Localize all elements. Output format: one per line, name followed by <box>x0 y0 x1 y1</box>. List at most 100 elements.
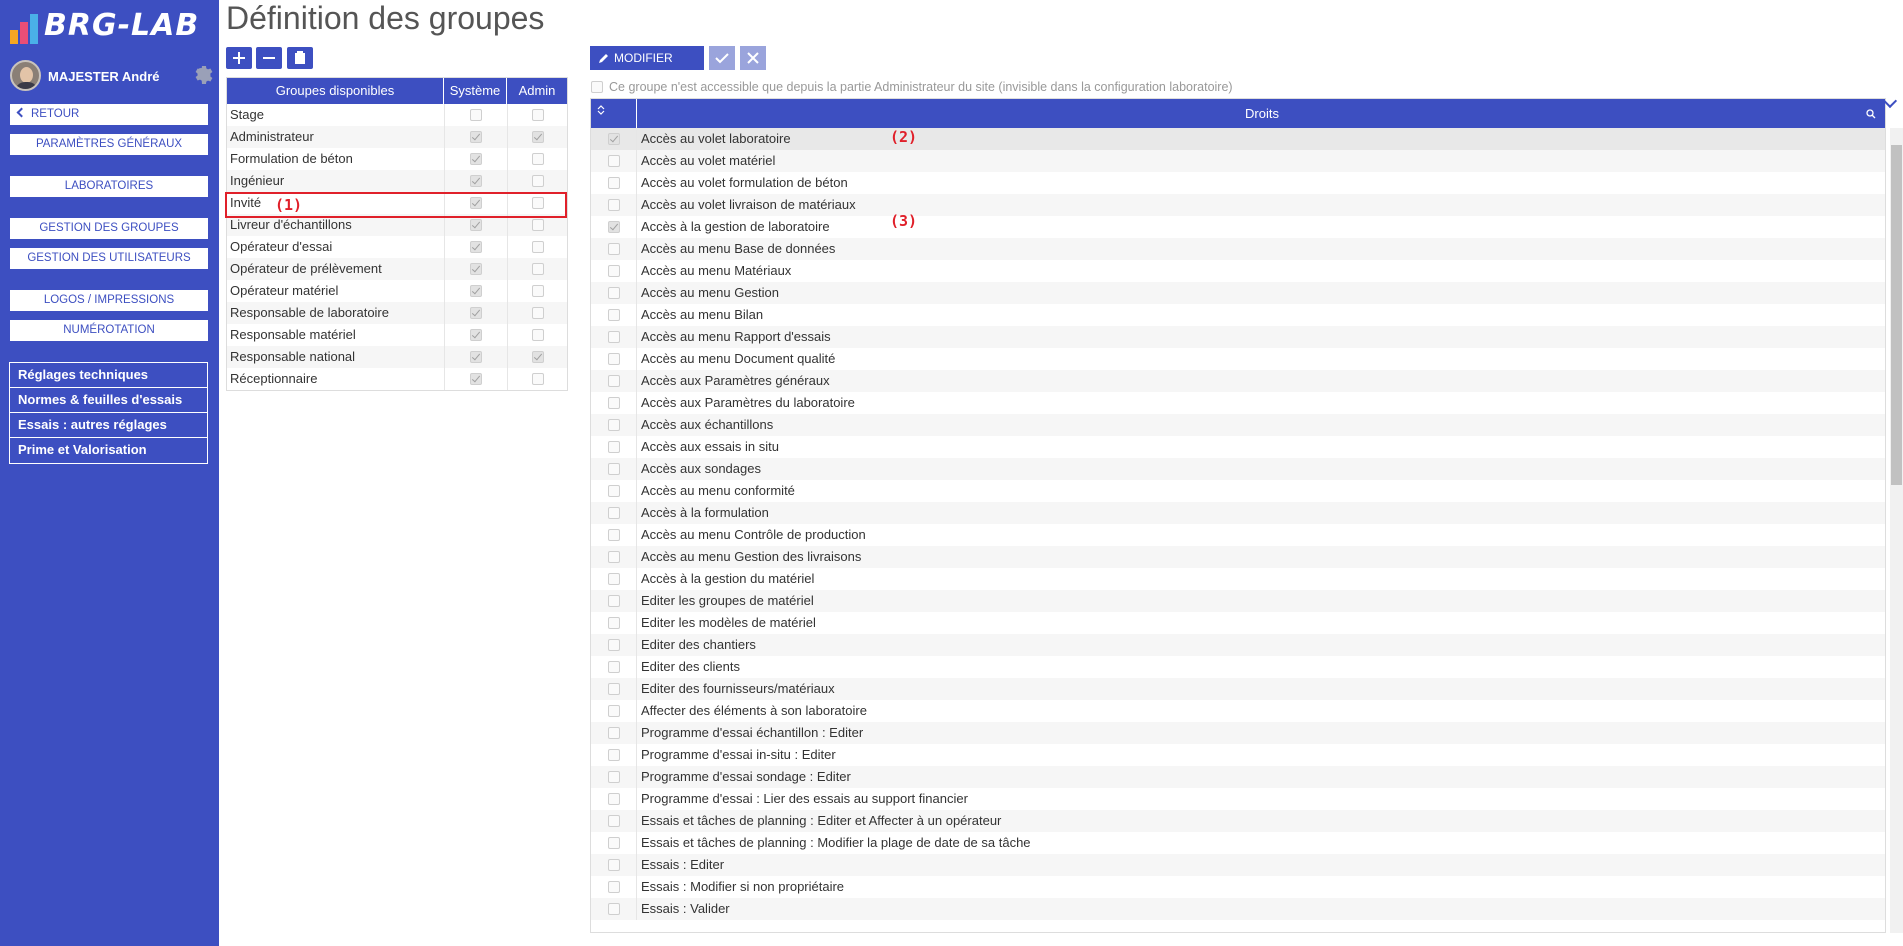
table-row[interactable]: Responsable matériel <box>227 324 567 346</box>
right-checkbox[interactable] <box>607 507 620 519</box>
table-row[interactable]: Opérateur d'essai <box>227 236 567 258</box>
table-row[interactable]: Accès aux Paramètres généraux <box>591 370 1885 392</box>
systeme-checkbox[interactable] <box>470 329 482 341</box>
right-checkbox[interactable] <box>607 177 620 189</box>
table-row[interactable]: Accès au menu Contrôle de production <box>591 524 1885 546</box>
admin-checkbox[interactable] <box>531 351 544 363</box>
right-checkbox[interactable] <box>607 265 620 277</box>
table-row[interactable]: Editer des fournisseurs/matériaux <box>591 678 1885 700</box>
admin-checkbox[interactable] <box>531 153 544 165</box>
table-row[interactable]: Accès à la gestion de laboratoire <box>591 216 1885 238</box>
right-checkbox[interactable] <box>607 199 620 211</box>
col-systeme[interactable]: Système <box>444 78 507 104</box>
table-row[interactable]: Réceptionnaire <box>227 368 567 390</box>
admin-checkbox[interactable] <box>531 109 544 121</box>
table-row[interactable]: Accès à la gestion du matériel <box>591 568 1885 590</box>
right-checkbox[interactable] <box>607 793 620 805</box>
table-row[interactable]: Accès au menu Document qualité <box>591 348 1885 370</box>
table-row[interactable]: Accès aux essais in situ <box>591 436 1885 458</box>
right-checkbox[interactable] <box>607 353 620 365</box>
right-checkbox[interactable] <box>607 749 620 761</box>
right-checkbox[interactable] <box>607 375 620 387</box>
gestion-groupes-button[interactable]: GESTION DES GROUPES <box>10 218 208 239</box>
right-checkbox[interactable] <box>607 815 620 827</box>
table-row[interactable]: Accès au volet laboratoire <box>591 128 1885 150</box>
admin-checkbox[interactable] <box>531 175 544 187</box>
table-row[interactable]: Essais : Modifier si non propriétaire <box>591 876 1885 898</box>
right-checkbox[interactable] <box>607 617 620 629</box>
cancel-button[interactable] <box>740 46 766 70</box>
admin-checkbox[interactable] <box>531 307 544 319</box>
table-row[interactable]: Programme d'essai in-situ : Editer <box>591 744 1885 766</box>
menu-normes-feuilles[interactable]: Normes & feuilles d'essais <box>10 388 207 413</box>
table-row[interactable]: Accès au menu conformité <box>591 480 1885 502</box>
admin-checkbox[interactable] <box>531 329 544 341</box>
table-row[interactable]: Accès au volet livraison de matériaux <box>591 194 1885 216</box>
table-row[interactable]: Essais et tâches de planning : Editer et… <box>591 810 1885 832</box>
admin-checkbox[interactable] <box>531 241 544 253</box>
right-checkbox[interactable] <box>607 727 620 739</box>
right-checkbox[interactable] <box>607 309 620 321</box>
table-row[interactable]: Essais : Valider <box>591 898 1885 920</box>
params-generaux-button[interactable]: PARAMÈTRES GÉNÉRAUX <box>10 134 208 155</box>
right-checkbox[interactable] <box>607 419 620 431</box>
logos-impressions-button[interactable]: LOGOS / IMPRESSIONS <box>10 290 208 311</box>
right-checkbox[interactable] <box>607 573 620 585</box>
admin-checkbox[interactable] <box>531 131 544 143</box>
right-checkbox[interactable] <box>607 485 620 497</box>
table-row[interactable]: Ingénieur <box>227 170 567 192</box>
systeme-checkbox[interactable] <box>470 307 482 319</box>
table-row[interactable]: Opérateur matériel <box>227 280 567 302</box>
menu-prime-valorisation[interactable]: Prime et Valorisation <box>10 438 207 463</box>
right-checkbox[interactable] <box>607 639 620 651</box>
systeme-checkbox[interactable] <box>470 219 482 231</box>
right-checkbox[interactable] <box>607 837 620 849</box>
table-row[interactable]: Responsable de laboratoire <box>227 302 567 324</box>
systeme-checkbox[interactable] <box>470 131 482 143</box>
table-row[interactable]: Editer les modèles de matériel <box>591 612 1885 634</box>
laboratoires-button[interactable]: LABORATOIRES <box>10 176 208 197</box>
sort-column[interactable] <box>591 99 637 128</box>
right-checkbox[interactable] <box>607 551 620 563</box>
table-row[interactable]: Accès au menu Rapport d'essais <box>591 326 1885 348</box>
table-row[interactable]: Editer les groupes de matériel <box>591 590 1885 612</box>
table-row[interactable]: Formulation de béton <box>227 148 567 170</box>
admin-checkbox[interactable] <box>531 219 544 231</box>
table-row[interactable]: Accès à la formulation <box>591 502 1885 524</box>
table-row[interactable]: Editer des chantiers <box>591 634 1885 656</box>
right-checkbox[interactable] <box>607 595 620 607</box>
table-row[interactable]: Accès au menu Matériaux <box>591 260 1885 282</box>
numerotation-button[interactable]: NUMÉROTATION <box>10 320 208 341</box>
systeme-checkbox[interactable] <box>470 109 482 121</box>
admin-only-option[interactable]: Ce groupe n'est accessible que depuis la… <box>591 80 1233 94</box>
systeme-checkbox[interactable] <box>470 175 482 187</box>
right-checkbox[interactable] <box>607 243 620 255</box>
table-row[interactable]: Accès aux sondages <box>591 458 1885 480</box>
table-row[interactable]: Programme d'essai : Lier des essais au s… <box>591 788 1885 810</box>
col-groupes[interactable]: Groupes disponibles <box>227 78 444 104</box>
table-row[interactable]: Accès au volet formulation de béton <box>591 172 1885 194</box>
right-checkbox[interactable] <box>607 397 620 409</box>
table-row[interactable]: Stage <box>227 104 567 126</box>
table-row[interactable]: Accès aux échantillons <box>591 414 1885 436</box>
right-checkbox[interactable] <box>607 705 620 717</box>
right-checkbox[interactable] <box>607 859 620 871</box>
right-checkbox[interactable] <box>607 661 620 673</box>
table-row[interactable]: Accès au menu Base de données <box>591 238 1885 260</box>
table-row[interactable]: Opérateur de prélèvement <box>227 258 567 280</box>
gear-icon[interactable] <box>192 63 216 87</box>
right-checkbox[interactable] <box>607 683 620 695</box>
back-button[interactable]: RETOUR <box>10 104 208 125</box>
right-checkbox[interactable] <box>607 771 620 783</box>
right-checkbox[interactable] <box>607 463 620 475</box>
table-row[interactable]: Responsable national <box>227 346 567 368</box>
systeme-checkbox[interactable] <box>470 351 482 363</box>
modify-button[interactable]: MODIFIER <box>590 46 704 70</box>
right-checkbox[interactable] <box>607 133 620 145</box>
admin-only-checkbox[interactable] <box>591 81 603 93</box>
remove-group-button[interactable] <box>256 47 282 69</box>
copy-group-button[interactable] <box>287 47 313 69</box>
right-checkbox[interactable] <box>607 903 620 915</box>
table-row[interactable]: Programme d'essai échantillon : Editer <box>591 722 1885 744</box>
systeme-checkbox[interactable] <box>470 241 482 253</box>
